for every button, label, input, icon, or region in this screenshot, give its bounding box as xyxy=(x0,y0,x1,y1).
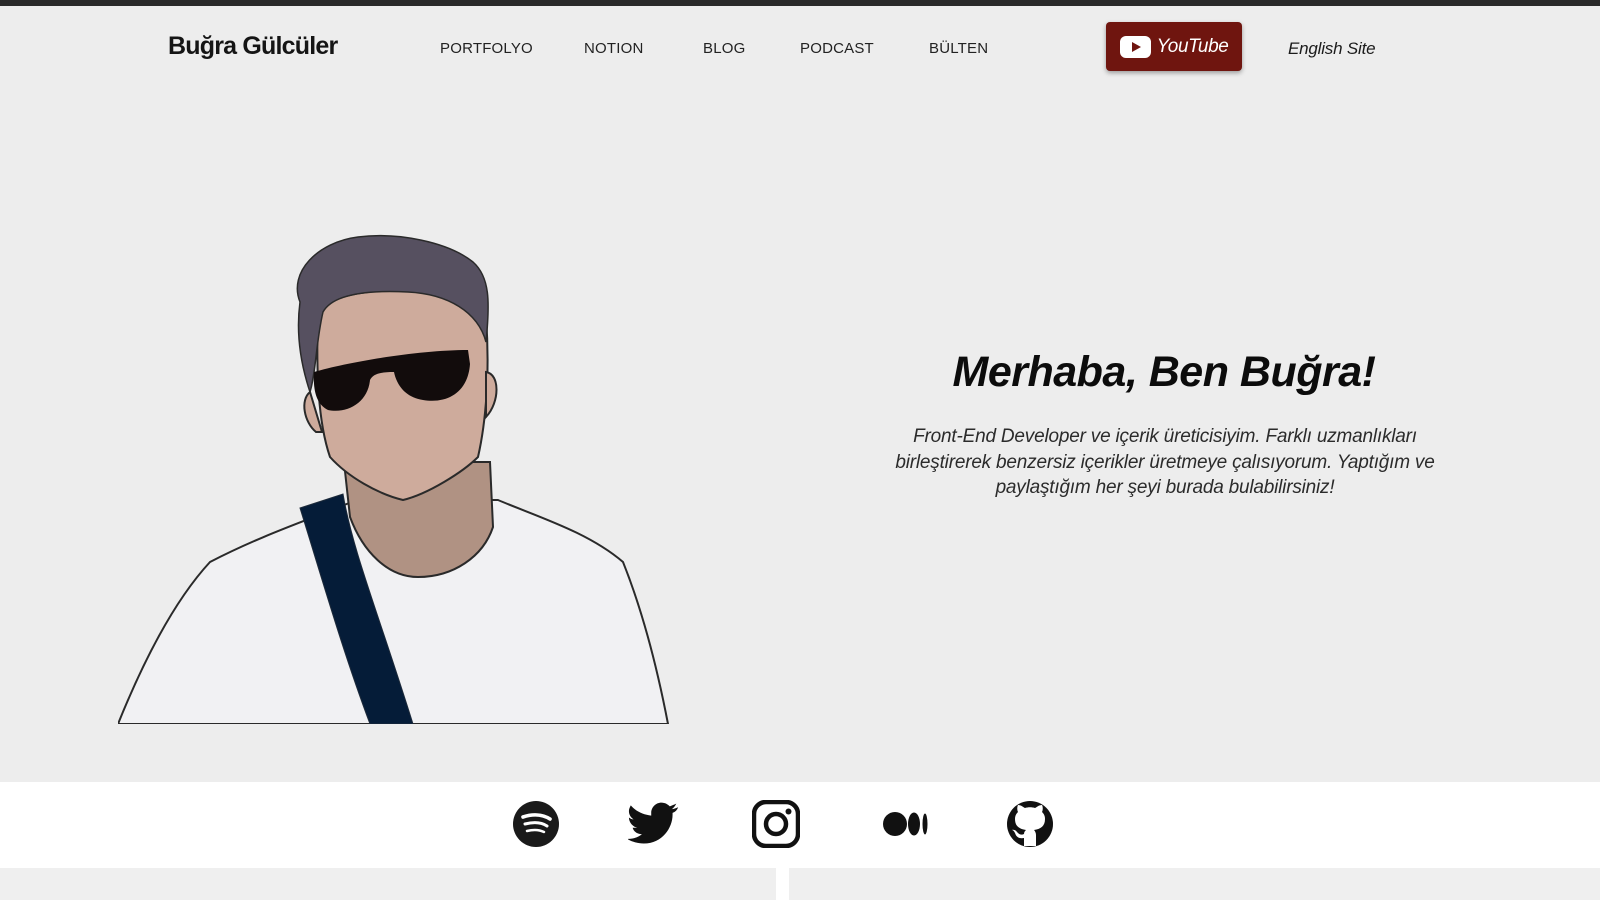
hero-title: Merhaba, Ben Buğra! xyxy=(952,348,1376,396)
youtube-button-label: YouTube xyxy=(1156,35,1229,57)
nav-item-blog[interactable]: BLOG xyxy=(703,40,745,57)
bottom-section-divider xyxy=(776,868,789,900)
nav-item-podcast[interactable]: PODCAST xyxy=(800,40,874,57)
hero-description: Front-End Developer ve içerik üreticisiy… xyxy=(895,426,1435,498)
site-logo[interactable]: Buğra Gülcüler xyxy=(168,32,338,61)
nav-item-bulten[interactable]: BÜLTEN xyxy=(929,40,988,57)
youtube-icon xyxy=(1119,35,1151,58)
english-site-link[interactable]: English Site xyxy=(1288,39,1376,59)
spotify-icon[interactable] xyxy=(510,798,562,850)
medium-icon[interactable] xyxy=(880,798,932,850)
youtube-button[interactable]: YouTube xyxy=(1106,22,1242,71)
site-header: Buğra Gülcüler PORTFOLYO NOTION BLOG POD… xyxy=(0,6,1600,92)
nav-item-notion[interactable]: NOTION xyxy=(584,40,644,57)
instagram-icon[interactable] xyxy=(750,798,802,850)
bottom-section-left xyxy=(0,868,776,900)
nav-item-portfolyo[interactable]: PORTFOLYO xyxy=(440,40,533,57)
avatar-illustration xyxy=(116,232,683,725)
twitter-icon[interactable] xyxy=(628,798,680,850)
bottom-section-right xyxy=(789,868,1600,900)
github-icon[interactable] xyxy=(1004,798,1056,850)
social-links-bar xyxy=(0,782,1600,868)
